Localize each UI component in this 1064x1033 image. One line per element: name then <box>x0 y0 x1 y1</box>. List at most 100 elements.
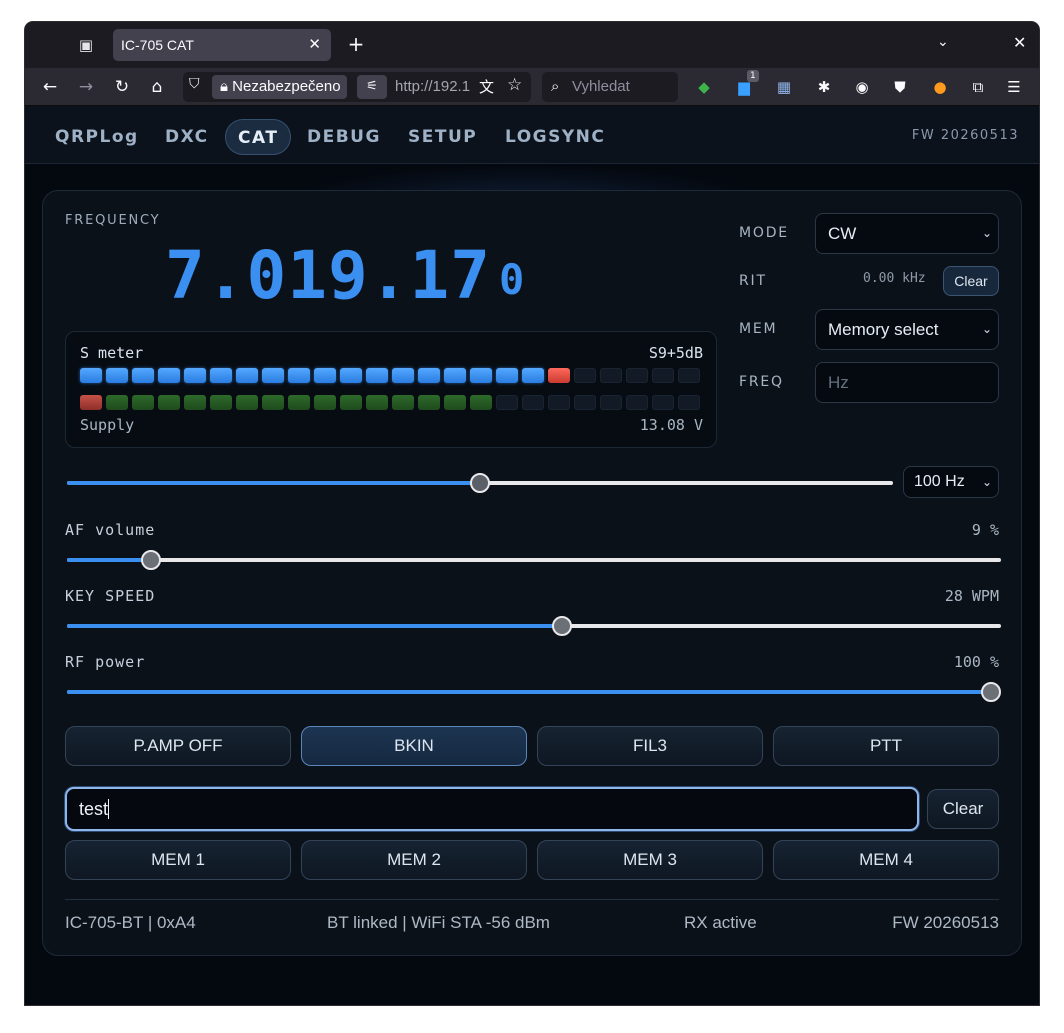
shield-icon[interactable]: ⛉ <box>189 76 200 92</box>
supply-segment <box>600 395 622 410</box>
tab-overview-icon[interactable]: ▣ <box>75 35 97 55</box>
s-meter-segment <box>652 368 674 383</box>
extension-bag-icon[interactable]: ▆ 1 <box>733 70 759 98</box>
new-tab-icon[interactable]: + <box>345 33 367 55</box>
bkin-button[interactable]: BKIN <box>301 726 527 766</box>
s-meter-segment <box>340 368 362 383</box>
supply-segment <box>340 395 362 410</box>
frequency-display[interactable]: 7.019.17 0 <box>165 237 525 314</box>
extension-diamond-icon[interactable]: ◆ <box>693 76 715 98</box>
extension-shield-icon[interactable]: ⛊ <box>889 76 911 98</box>
key-speed-value: 28 WPM <box>944 587 999 605</box>
preamp-button[interactable]: P.AMP OFF <box>65 726 291 766</box>
frequency-hz: 17 <box>409 237 491 314</box>
rf-power-slider[interactable] <box>67 682 1001 702</box>
s-meter-segment <box>392 368 414 383</box>
browser-tab[interactable]: IC-705 CAT ✕ <box>113 29 331 61</box>
s-meter-segment <box>262 368 284 383</box>
s-meter-segment <box>496 368 518 383</box>
frequency-input[interactable]: Hz <box>815 362 999 403</box>
cw-message-text: test <box>79 799 109 819</box>
s-meter-segment <box>288 368 310 383</box>
supply-segment <box>392 395 414 410</box>
mem-3-button[interactable]: MEM 3 <box>537 840 763 880</box>
tuning-slider[interactable] <box>67 473 893 493</box>
supply-value: 13.08 V <box>639 416 703 434</box>
search-input[interactable]: ⌕ Vyhledat <box>542 72 678 102</box>
freq-input-label: FREQ <box>739 374 784 390</box>
af-volume-slider[interactable] <box>67 550 1001 570</box>
extension-badge: 1 <box>747 70 759 82</box>
url-bar[interactable]: ⛉ 🔒︎ Nezabezpečeno ⚟ http://192.1 文 ☆ <box>183 72 531 102</box>
menu-icon[interactable]: ☰ <box>1003 76 1025 98</box>
tuning-step-select[interactable]: 100 Hz ⌄ <box>903 466 999 498</box>
close-tab-icon[interactable]: ✕ <box>308 35 321 53</box>
af-volume-value: 9 % <box>971 521 999 539</box>
key-speed-knob[interactable] <box>552 616 573 636</box>
cw-message-input[interactable]: test <box>65 787 919 831</box>
nav-dxc[interactable]: DXC <box>153 119 221 155</box>
firmware-version: FW 20260513 <box>911 128 1019 143</box>
af-volume-knob[interactable] <box>141 550 162 570</box>
account-icon[interactable]: ◉ <box>851 76 873 98</box>
nav-setup[interactable]: SETUP <box>396 119 489 155</box>
url-text[interactable]: http://192.1 <box>395 72 475 102</box>
navigation-toolbar: ← → ↻ ⌂ ⛉ 🔒︎ Nezabezpečeno ⚟ http://192.… <box>25 68 1039 106</box>
s-meter-segment <box>366 368 388 383</box>
tab-title: IC-705 CAT <box>121 37 194 53</box>
tuning-slider-knob[interactable] <box>470 473 490 493</box>
mode-select[interactable]: CW ⌄ <box>815 213 999 254</box>
rf-power-label: RF power <box>65 653 146 671</box>
s-meter-segment <box>600 368 622 383</box>
key-speed-fill <box>67 624 563 628</box>
key-speed-slider[interactable] <box>67 616 1001 636</box>
nav-debug[interactable]: DEBUG <box>295 119 393 155</box>
s-meter-segment <box>106 368 128 383</box>
s-meter-segment <box>574 368 596 383</box>
rf-power-knob[interactable] <box>981 682 1001 702</box>
s-meter-value: S9+5dB <box>648 344 703 362</box>
mem-1-button[interactable]: MEM 1 <box>65 840 291 880</box>
bookmark-star-icon[interactable]: ☆ <box>507 75 522 95</box>
supply-segment <box>418 395 440 410</box>
mem-4-button[interactable]: MEM 4 <box>773 840 999 880</box>
rit-clear-button[interactable]: Clear <box>943 266 999 296</box>
back-icon[interactable]: ← <box>39 76 61 98</box>
security-indicator[interactable]: 🔒︎ Nezabezpečeno <box>212 75 347 99</box>
chevron-down-icon: ⌄ <box>981 322 992 336</box>
extension-orange-icon[interactable]: ● <box>929 76 951 98</box>
security-label: Nezabezpečeno <box>232 78 341 95</box>
extension-grid-icon[interactable]: ▦ <box>773 76 795 98</box>
nav-cat[interactable]: CAT <box>225 119 292 155</box>
filter-button[interactable]: FIL3 <box>537 726 763 766</box>
frequency-mhz: 7 <box>165 237 206 314</box>
mode-value: CW <box>828 224 857 243</box>
message-clear-button[interactable]: Clear <box>927 789 999 829</box>
supply-segment <box>444 395 466 410</box>
forward-icon[interactable]: → <box>75 76 97 98</box>
supply-segment <box>314 395 336 410</box>
mem-2-button[interactable]: MEM 2 <box>301 840 527 880</box>
permissions-icon[interactable]: ⚟ <box>357 75 387 99</box>
nav-qrplog[interactable]: QRPLog <box>43 119 151 155</box>
supply-segment <box>80 395 102 410</box>
s-meter-segment <box>418 368 440 383</box>
rf-power-fill <box>67 690 991 694</box>
memory-select[interactable]: Memory select ⌄ <box>815 309 999 350</box>
chevron-down-icon: ⌄ <box>981 475 992 489</box>
nav-logsync[interactable]: LOGSYNC <box>493 119 617 155</box>
chevron-down-icon[interactable]: ⌄ <box>937 34 949 50</box>
extension-paw-icon[interactable]: ✱ <box>813 76 835 98</box>
app-navigation: QRPLog DXC CAT DEBUG SETUP LOGSYNC FW 20… <box>25 106 1039 164</box>
extensions-puzzle-icon[interactable]: ⧉ <box>967 76 989 98</box>
home-icon[interactable]: ⌂ <box>146 76 168 98</box>
translate-icon[interactable]: 文 <box>479 76 494 97</box>
search-placeholder: Vyhledat <box>572 78 630 95</box>
s-meter-segment <box>470 368 492 383</box>
reload-icon[interactable]: ↻ <box>111 76 133 98</box>
s-meter-segment <box>548 368 570 383</box>
rit-value: 0.00 kHz <box>863 271 926 286</box>
ptt-button[interactable]: PTT <box>773 726 999 766</box>
close-window-icon[interactable]: ✕ <box>1013 33 1026 52</box>
browser-window: ▣ IC-705 CAT ✕ + ⌄ ✕ ← → ↻ ⌂ ⛉ 🔒︎ Nezabe… <box>25 22 1039 1005</box>
